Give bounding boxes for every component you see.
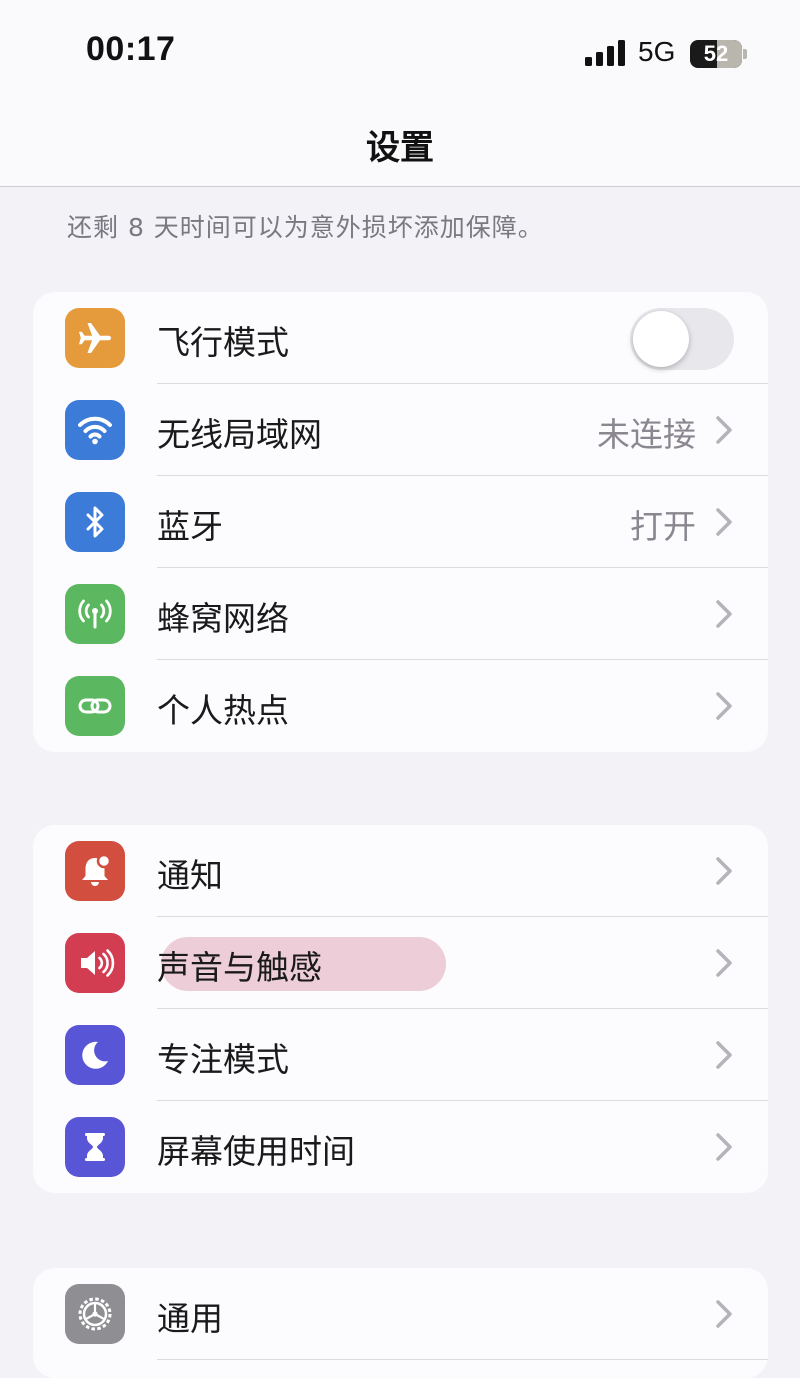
chevron-right-icon	[716, 949, 732, 977]
row-divider	[157, 1359, 768, 1360]
row-sounds-haptics[interactable]: 声音与触感	[33, 917, 768, 1009]
label-general: 通用	[157, 1299, 223, 1338]
warranty-note[interactable]: 还剩 8 天时间可以为意外损坏添加保障。	[67, 208, 544, 244]
bluetooth-status: 打开	[630, 507, 696, 546]
chevron-right-icon	[716, 692, 732, 720]
airplane-mode-toggle[interactable]	[630, 308, 734, 370]
chevron-right-icon	[716, 1133, 732, 1161]
notification-bell-icon	[65, 841, 125, 901]
label-sounds-haptics: 声音与触感	[157, 948, 322, 987]
label-screen-time: 屏幕使用时间	[157, 1132, 355, 1171]
hourglass-icon	[65, 1117, 125, 1177]
label-airplane-mode: 飞行模式	[157, 323, 289, 362]
battery-percent: 52	[703, 41, 729, 66]
network-type: 5G	[638, 36, 676, 67]
label-notifications: 通知	[157, 856, 223, 895]
row-focus[interactable]: 专注模式	[33, 1009, 768, 1101]
nav-bar: 设置	[0, 100, 800, 187]
wifi-status: 未连接	[597, 415, 696, 454]
label-bluetooth: 蓝牙	[157, 507, 223, 546]
status-bar: 00:17 5G 52	[0, 0, 800, 100]
page-title: 设置	[366, 128, 434, 168]
chevron-right-icon	[716, 508, 732, 536]
label-focus: 专注模式	[157, 1040, 289, 1079]
row-bluetooth[interactable]: 蓝牙 打开	[33, 476, 768, 568]
chevron-right-icon	[716, 1300, 732, 1328]
toggle-knob	[633, 311, 689, 367]
row-general[interactable]: 通用	[33, 1268, 768, 1360]
cellular-icon	[65, 584, 125, 644]
wifi-icon	[65, 400, 125, 460]
row-cellular[interactable]: 蜂窝网络	[33, 568, 768, 660]
row-notifications[interactable]: 通知	[33, 825, 768, 917]
chevron-right-icon	[716, 1041, 732, 1069]
row-hotspot[interactable]: 个人热点	[33, 660, 768, 752]
row-wifi[interactable]: 无线局域网 未连接	[33, 384, 768, 476]
status-time: 00:17	[86, 30, 176, 68]
settings-group-notifications: 通知 声音与触感 专注模式 屏幕使用时间	[33, 825, 768, 1193]
label-cellular: 蜂窝网络	[157, 599, 289, 638]
chevron-right-icon	[716, 857, 732, 885]
label-hotspot: 个人热点	[157, 691, 289, 730]
chevron-right-icon	[716, 600, 732, 628]
gear-icon	[65, 1284, 125, 1344]
hotspot-icon	[65, 676, 125, 736]
bluetooth-icon	[65, 492, 125, 552]
settings-group-connectivity: 飞行模式 无线局域网 未连接 蓝牙 打开 蜂窝网络 个人热点	[33, 292, 768, 752]
speaker-icon	[65, 933, 125, 993]
label-wifi: 无线局域网	[157, 415, 322, 454]
airplane-icon	[65, 308, 125, 368]
cellular-signal-icon	[585, 40, 625, 66]
row-airplane-mode: 飞行模式	[33, 292, 768, 384]
moon-icon	[65, 1025, 125, 1085]
chevron-right-icon	[716, 416, 732, 444]
battery-icon: 52	[690, 40, 742, 68]
battery-tip	[743, 49, 747, 59]
row-screen-time[interactable]: 屏幕使用时间	[33, 1101, 768, 1193]
